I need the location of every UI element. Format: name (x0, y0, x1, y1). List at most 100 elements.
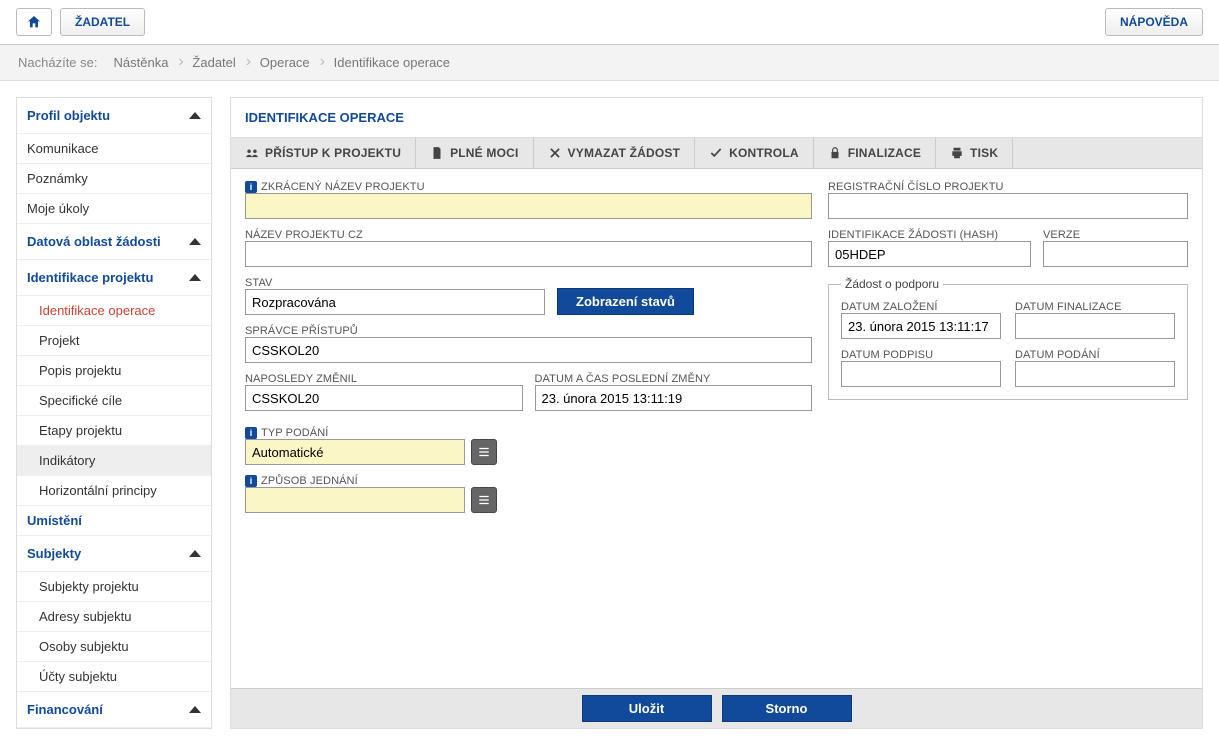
submitted-label: DATUM PODÁNÍ (1015, 349, 1175, 361)
toolbar-label: KONTROLA (729, 146, 799, 160)
lock-icon (828, 146, 842, 160)
signed-label: DATUM PODPISU (841, 349, 1001, 361)
sidebar-section-subjects[interactable]: Subjekty (17, 536, 211, 572)
sidebar-section-label: Financování (27, 702, 103, 717)
last-change-dt-input (535, 385, 813, 411)
last-change-dt-label: DATUM A ČAS POSLEDNÍ ZMĚNY (535, 373, 813, 385)
home-icon (26, 14, 42, 30)
breadcrumb-item[interactable]: Identifikace operace (322, 55, 462, 70)
document-icon (430, 146, 444, 160)
chevron-up-icon (189, 550, 201, 557)
list-icon (477, 445, 491, 459)
finalized-input (1015, 313, 1175, 339)
name-cz-input[interactable] (245, 241, 812, 267)
submission-type-label: iTYP PODÁNÍ (245, 427, 812, 439)
sidebar-item-etapy[interactable]: Etapy projektu (17, 416, 211, 446)
sidebar-item-osoby[interactable]: Osoby subjektu (17, 632, 211, 662)
home-button[interactable] (16, 8, 52, 36)
chevron-up-icon (189, 238, 201, 245)
sidebar-item-projekt[interactable]: Projekt (17, 326, 211, 356)
breadcrumb-label: Nacházíte se: (18, 55, 102, 70)
check-icon (709, 146, 723, 160)
show-states-button[interactable]: Zobrazení stavů (557, 288, 694, 315)
breadcrumb-item[interactable]: Operace (248, 55, 322, 70)
sidebar-section-label: Subjekty (27, 546, 81, 561)
created-label: DATUM ZALOŽENÍ (841, 301, 1001, 313)
submission-type-lookup-button[interactable] (471, 439, 497, 465)
toolbar-label: PLNÉ MOCI (450, 146, 518, 160)
sidebar-item-poznamky[interactable]: Poznámky (17, 164, 211, 194)
sidebar-item-horizontalni[interactable]: Horizontální principy (17, 476, 211, 506)
sidebar-section-data[interactable]: Datová oblast žádosti (17, 224, 211, 260)
toolbar-label: VYMAZAT ŽÁDOST (568, 146, 681, 160)
access-admin-label: SPRÁVCE PŘÍSTUPŮ (245, 325, 812, 337)
submission-type-input[interactable] (245, 439, 465, 465)
print-icon (950, 146, 964, 160)
toolbar-label: TISK (970, 146, 998, 160)
sidebar-item-ucty[interactable]: Účty subjektu (17, 662, 211, 692)
breadcrumb: Nacházíte se: Nástěnka Žadatel Operace I… (0, 45, 1219, 81)
sidebar-item-adresy[interactable]: Adresy subjektu (17, 602, 211, 632)
toolbar-check-button[interactable]: KONTROLA (695, 138, 814, 168)
chevron-up-icon (189, 706, 201, 713)
sidebar-section-profile[interactable]: Profil objektu (17, 98, 211, 134)
last-changed-by-label: NAPOSLEDY ZMĚNIL (245, 373, 523, 385)
chevron-up-icon (189, 112, 201, 119)
sidebar-item-indikatory[interactable]: Indikátory (17, 446, 211, 476)
toolbar-print-button[interactable]: TISK (936, 138, 1013, 168)
version-input (1043, 241, 1188, 267)
sidebar-item-popis[interactable]: Popis projektu (17, 356, 211, 386)
submitted-input (1015, 361, 1175, 387)
sidebar-item-cile[interactable]: Specifické cíle (17, 386, 211, 416)
support-box-legend: Žádost o podporu (841, 277, 943, 291)
people-icon (245, 146, 259, 160)
chevron-up-icon (189, 274, 201, 281)
acting-mode-label: iZPŮSOB JEDNÁNÍ (245, 475, 812, 487)
state-label: STAV (245, 277, 545, 289)
sidebar-item-subjekty-projektu[interactable]: Subjekty projektu (17, 572, 211, 602)
toolbar: PŘÍSTUP K PROJEKTU PLNÉ MOCI VYMAZAT ŽÁD… (231, 138, 1202, 169)
cancel-button[interactable]: Storno (722, 695, 852, 722)
sidebar-section-label: Datová oblast žádosti (27, 234, 161, 249)
sidebar-item-ident-operace[interactable]: Identifikace operace (17, 296, 211, 326)
sidebar-item-umisteni[interactable]: Umístění (17, 506, 211, 536)
short-name-label: iZKRÁCENÝ NÁZEV PROJEKTU (245, 181, 812, 193)
help-button[interactable]: NÁPOVĚDA (1105, 8, 1203, 36)
breadcrumb-item[interactable]: Nástěnka (102, 55, 181, 70)
short-name-input[interactable] (245, 193, 812, 219)
breadcrumb-item[interactable]: Žadatel (180, 55, 247, 70)
page-title: IDENTIFIKACE OPERACE (231, 98, 1202, 138)
sidebar-section-label: Identifikace projektu (27, 270, 153, 285)
sidebar-item-ukoly[interactable]: Moje úkoly (17, 194, 211, 224)
main-panel: IDENTIFIKACE OPERACE PŘÍSTUP K PROJEKTU … (230, 97, 1203, 729)
sidebar-item-komunikace[interactable]: Komunikace (17, 134, 211, 164)
sidebar: Profil objektu Komunikace Poznámky Moje … (16, 97, 212, 729)
sidebar-section-ident[interactable]: Identifikace projektu (17, 260, 211, 296)
state-input (245, 289, 545, 315)
acting-mode-lookup-button[interactable] (471, 487, 497, 513)
toolbar-finalize-button[interactable]: FINALIZACE (814, 138, 936, 168)
created-input (841, 313, 1001, 339)
toolbar-label: FINALIZACE (848, 146, 921, 160)
list-icon (477, 493, 491, 507)
applicant-button[interactable]: ŽADATEL (60, 8, 145, 36)
signed-input (841, 361, 1001, 387)
hash-input (828, 241, 1031, 267)
toolbar-powers-button[interactable]: PLNÉ MOCI (416, 138, 533, 168)
access-admin-input (245, 337, 812, 363)
reg-no-input (828, 193, 1188, 219)
toolbar-label: PŘÍSTUP K PROJEKTU (265, 146, 401, 160)
toolbar-delete-button[interactable]: VYMAZAT ŽÁDOST (534, 138, 696, 168)
hash-label: IDENTIFIKACE ŽÁDOSTI (HASH) (828, 229, 1031, 241)
support-request-box: Žádost o podporu DATUM ZALOŽENÍ DATUM FI… (828, 277, 1188, 400)
reg-no-label: REGISTRAČNÍ ČÍSLO PROJEKTU (828, 181, 1188, 193)
close-icon (548, 146, 562, 160)
toolbar-access-button[interactable]: PŘÍSTUP K PROJEKTU (231, 138, 416, 168)
version-label: VERZE (1043, 229, 1188, 241)
finalized-label: DATUM FINALIZACE (1015, 301, 1175, 313)
acting-mode-input[interactable] (245, 487, 465, 513)
name-cz-label: NÁZEV PROJEKTU CZ (245, 229, 812, 241)
last-changed-by-input (245, 385, 523, 411)
save-button[interactable]: Uložit (582, 695, 712, 722)
sidebar-section-financing[interactable]: Financování (17, 692, 211, 728)
